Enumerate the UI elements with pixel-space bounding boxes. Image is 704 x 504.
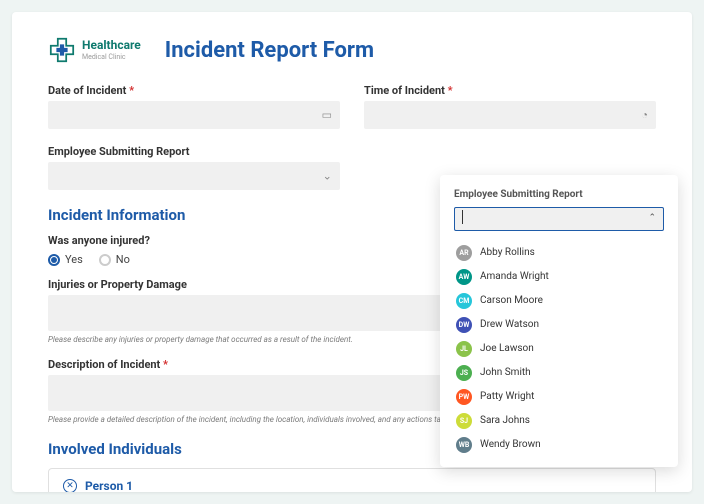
dropdown-option[interactable]: SJ Sara Johns (454, 409, 664, 433)
avatar: DW (456, 317, 472, 333)
avatar: PW (456, 389, 472, 405)
logo-subtitle: Medical Clinic (82, 53, 141, 61)
option-name: John Smith (480, 367, 531, 378)
radio-yes[interactable]: Yes (48, 253, 83, 266)
option-name: Patty Wright (480, 391, 534, 402)
option-name: Abby Rollins (480, 247, 535, 258)
option-name: Amanda Wright (480, 271, 549, 282)
option-name: Joe Lawson (480, 343, 534, 354)
time-label: Time of Incident * (364, 84, 656, 97)
radio-no[interactable]: No (99, 253, 130, 266)
date-input[interactable] (48, 101, 340, 129)
dropdown-option[interactable]: PW Patty Wright (454, 385, 664, 409)
avatar: AR (456, 245, 472, 261)
dropdown-option[interactable]: JL Joe Lawson (454, 337, 664, 361)
avatar: JS (456, 365, 472, 381)
option-name: Drew Watson (480, 319, 539, 330)
dropdown-option[interactable]: AW Amanda Wright (454, 265, 664, 289)
date-label: Date of Incident * (48, 84, 340, 97)
header: Healthcare Medical Clinic Incident Repor… (48, 36, 656, 64)
clock-icon[interactable]: ◔ (641, 109, 648, 122)
dropdown-option[interactable]: AR Abby Rollins (454, 241, 664, 265)
remove-person-icon[interactable]: ✕ (63, 479, 77, 492)
option-name: Carson Moore (480, 295, 543, 306)
employee-dropdown-popup: Employee Submitting Report ⌃ AR Abby Roll… (440, 175, 678, 467)
dropdown-option[interactable]: CM Carson Moore (454, 289, 664, 313)
avatar: CM (456, 293, 472, 309)
dropdown-list: AR Abby Rollins AW Amanda Wright CM Carson Mo… (454, 241, 664, 457)
time-input[interactable] (364, 101, 656, 129)
option-name: Sara Johns (480, 415, 530, 426)
dropdown-search-input[interactable] (454, 207, 664, 231)
logo: Healthcare Medical Clinic (48, 36, 141, 64)
option-name: Wendy Brown (480, 439, 541, 450)
page-title: Incident Report Form (165, 38, 374, 63)
logo-name: Healthcare (82, 39, 141, 51)
avatar: JL (456, 341, 472, 357)
dropdown-label: Employee Submitting Report (454, 189, 664, 200)
person-card: ✕ Person 1 Name (48, 468, 656, 492)
avatar: SJ (456, 413, 472, 429)
dropdown-option[interactable]: DW Drew Watson (454, 313, 664, 337)
avatar: WB (456, 437, 472, 453)
employee-label: Employee Submitting Report (48, 145, 340, 158)
dropdown-option[interactable]: WB Wendy Brown (454, 433, 664, 457)
employee-select[interactable] (48, 162, 340, 190)
dropdown-option[interactable]: JS John Smith (454, 361, 664, 385)
chevron-up-icon[interactable]: ⌃ (648, 213, 656, 223)
avatar: AW (456, 269, 472, 285)
calendar-icon[interactable]: ▭ (322, 109, 332, 122)
medical-cross-icon (48, 36, 76, 64)
person-title: Person 1 (85, 479, 133, 492)
chevron-down-icon[interactable]: ⌄ (323, 170, 332, 183)
